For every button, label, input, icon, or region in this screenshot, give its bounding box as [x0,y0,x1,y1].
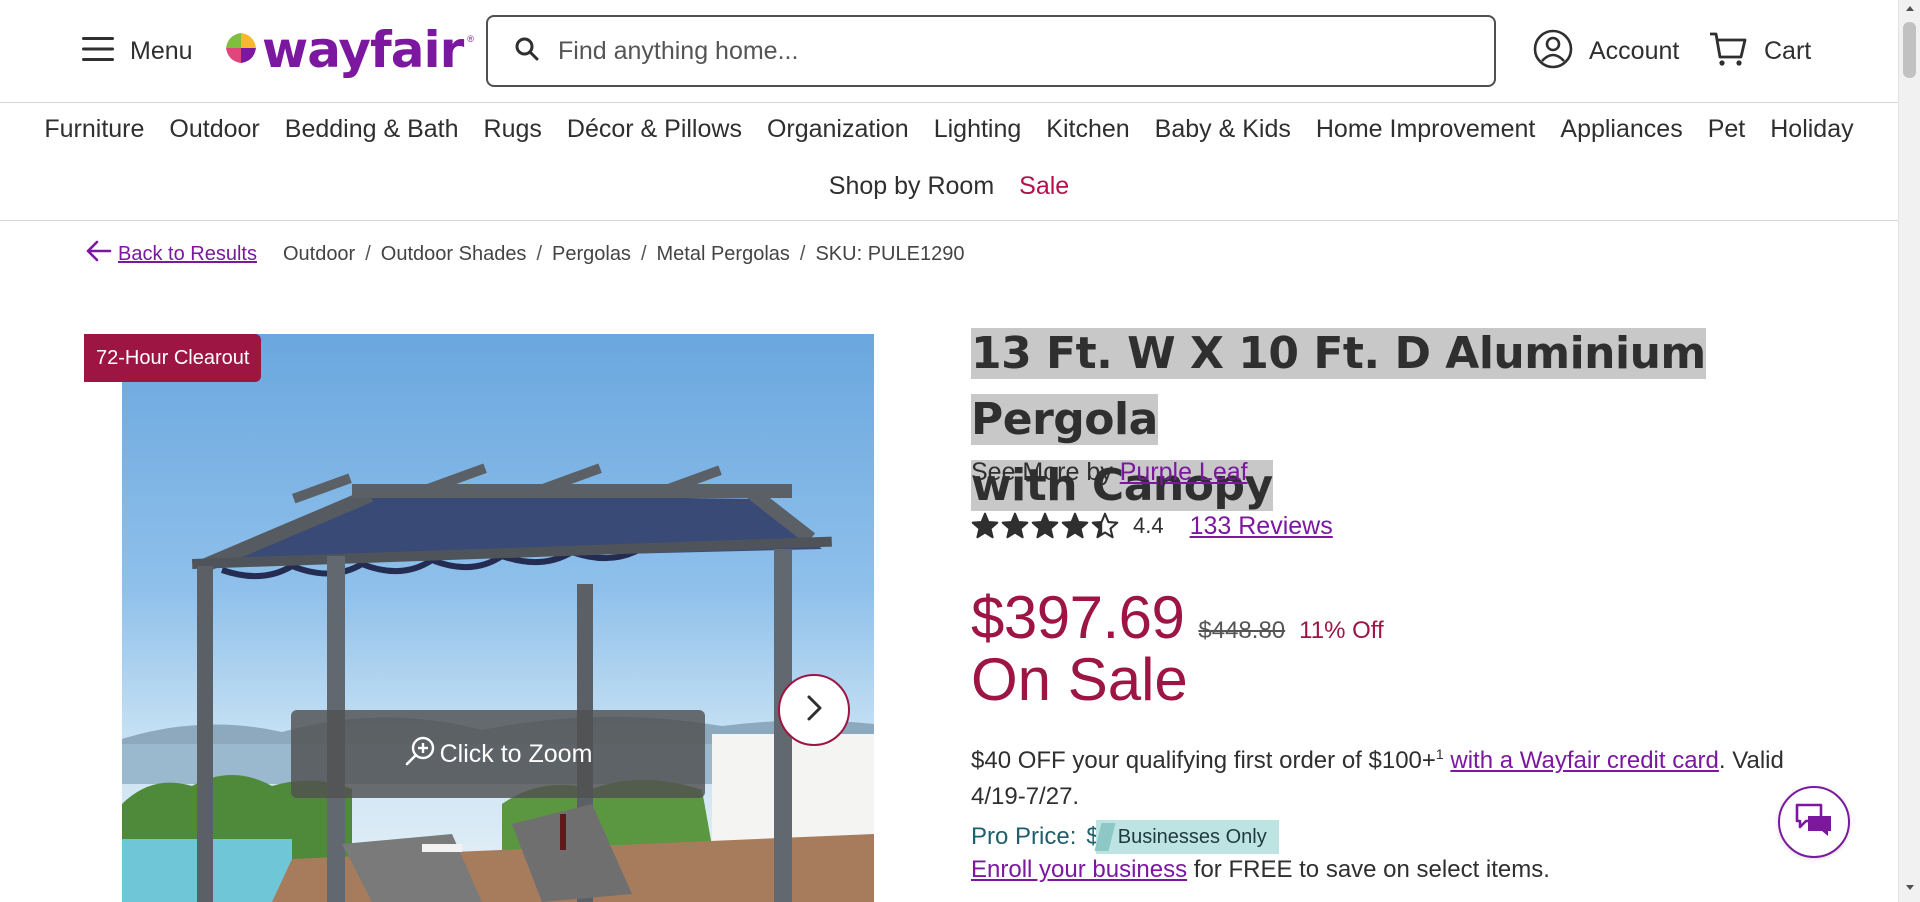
nav-baby-kids[interactable]: Baby & Kids [1155,115,1291,144]
breadcrumb-outdoor-shades[interactable]: Outdoor Shades [381,243,527,266]
businesses-only-tag: Businesses Only [1095,820,1279,854]
nav-outdoor[interactable]: Outdoor [169,115,259,144]
nav-sale[interactable]: Sale [1019,172,1069,201]
see-more-by: See More by Purple Leaf [971,458,1248,487]
enroll-business-text: for FREE to save on select items. [1187,856,1550,883]
pro-price-label: Pro Price: [971,823,1077,850]
click-to-zoom-button[interactable]: Click to Zoom [291,710,705,798]
percent-off: 11% Off [1299,617,1384,644]
next-image-button[interactable] [778,674,850,746]
breadcrumb-outdoor[interactable]: Outdoor [283,243,355,266]
chat-bubbles-icon [1794,802,1834,843]
arrow-left-icon [86,240,112,268]
breadcrumb-separator: / [365,242,371,265]
star-icon [1031,512,1059,539]
nav-rugs[interactable]: Rugs [484,115,542,144]
logo-pinwheel-icon [224,31,258,70]
breadcrumb-metal-pergolas[interactable]: Metal Pergolas [657,243,790,266]
scrollbar-thumb[interactable] [1903,22,1916,78]
breadcrumb-separator: / [640,242,647,265]
search-box[interactable] [486,15,1496,87]
breadcrumb: Back to Results Outdoor / Outdoor Shades… [86,239,964,269]
logo-registered-mark: ® [467,34,474,44]
nav-pet[interactable]: Pet [1708,115,1746,144]
cart-label: Cart [1764,36,1812,65]
original-price: $448.80 [1198,617,1286,644]
star-rating [971,512,1119,540]
hamburger-icon [82,36,114,67]
clearout-badge: 72-Hour Clearout [84,334,262,382]
nav-home-improvement[interactable]: Home Improvement [1316,115,1536,144]
star-icon [1091,512,1119,539]
product-sku: SKU: PULE1290 [815,242,965,265]
nav-decor-pillows[interactable]: Décor & Pillows [567,115,742,144]
nav-bedding-bath[interactable]: Bedding & Bath [285,115,459,144]
cart-button[interactable]: Cart [1708,28,1811,74]
category-row-primary: Furniture Outdoor Bedding & Bath Rugs Dé… [0,115,1898,144]
credit-card-promo: $40 OFF your qualifying first order of $… [971,736,1801,815]
logo-wordmark: wayfair [262,21,464,79]
sale-price: $397.69 [971,584,1185,651]
promo-footnote: 1 [1435,746,1444,762]
back-to-results-label: Back to Results [118,242,257,265]
breadcrumb-separator: / [536,242,542,265]
account-button[interactable]: Account [1533,28,1679,74]
shopping-cart-icon [1708,29,1748,74]
nav-shop-by-room[interactable]: Shop by Room [829,172,994,201]
search-icon [514,36,540,67]
star-icon [1061,512,1089,539]
page-scrollbar[interactable] [1898,0,1920,902]
credit-card-link[interactable]: with a Wayfair credit card [1450,747,1719,774]
product-image[interactable] [122,334,874,902]
enroll-business: Enroll your business for FREE to save on… [971,856,1550,884]
breadcrumb-pergolas[interactable]: Pergolas [552,243,631,266]
star-icon [1001,512,1029,539]
scroll-up-icon[interactable] [1899,4,1920,18]
menu-button[interactable]: Menu [82,30,193,72]
see-more-prefix: See More by [971,458,1113,486]
zoom-in-icon [404,735,436,774]
breadcrumb-separator: / [799,242,806,265]
nav-lighting[interactable]: Lighting [934,115,1022,144]
menu-label: Menu [130,36,193,65]
nav-organization[interactable]: Organization [767,115,909,144]
scroll-down-icon[interactable] [1899,884,1920,898]
click-to-zoom-label: Click to Zoom [439,739,593,768]
category-row-secondary: Shop by Room Sale [0,172,1898,201]
product-title-line-1: 13 Ft. W X 10 Ft. D Aluminium Pergola [971,328,1706,445]
price-row: $397.69 $448.80 11% Off [971,583,1384,652]
site-header: Menu wayfair ® Account Cart [0,0,1898,103]
nav-kitchen[interactable]: Kitchen [1046,115,1129,144]
nav-holiday[interactable]: Holiday [1770,115,1853,144]
wayfair-logo[interactable]: wayfair ® [224,20,474,80]
back-to-results-link[interactable]: Back to Results [86,240,257,268]
pro-price-row: Pro Price: $ Businesses Only [971,818,1279,856]
brand-link[interactable]: Purple Leaf [1120,458,1248,486]
promo-text: $40 OFF your qualifying first order of $… [971,747,1436,774]
reviews-link[interactable]: 133 Reviews [1190,512,1333,541]
nav-furniture[interactable]: Furniture [44,115,144,144]
star-icon [971,512,999,539]
user-circle-icon [1533,29,1573,74]
chevron-right-icon [804,694,824,727]
account-label: Account [1589,36,1680,65]
pergola-illustration [122,463,874,902]
chat-button[interactable] [1778,786,1850,858]
nav-appliances[interactable]: Appliances [1560,115,1682,144]
category-nav: Furniture Outdoor Bedding & Bath Rugs Dé… [0,103,1898,221]
on-sale-label: On Sale [971,646,1188,713]
enroll-business-link[interactable]: Enroll your business [971,856,1187,883]
product-title: 13 Ft. W X 10 Ft. D Aluminium Pergola wi… [971,321,1771,519]
rating-summary: 4.4 133 Reviews [971,509,1333,543]
search-input[interactable] [558,36,1458,66]
rating-value: 4.4 [1133,513,1164,538]
